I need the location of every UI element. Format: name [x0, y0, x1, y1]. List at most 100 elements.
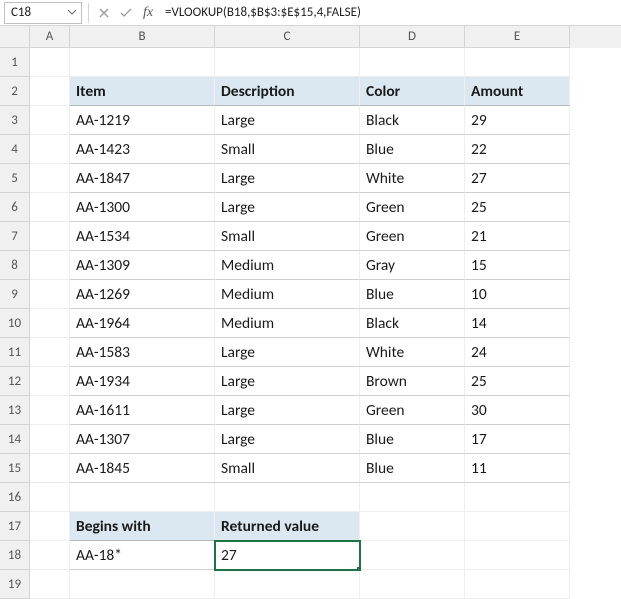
cell-E18[interactable] — [465, 541, 570, 570]
row-header-2[interactable]: 2 — [0, 77, 30, 106]
cell-A15[interactable] — [30, 454, 70, 483]
row-header-12[interactable]: 12 — [0, 367, 30, 396]
cell-B10[interactable]: AA-1964 — [70, 309, 215, 338]
cell-A9[interactable] — [30, 280, 70, 309]
cell-E5[interactable]: 27 — [465, 164, 570, 193]
enter-icon[interactable] — [115, 2, 137, 24]
cell-E14[interactable]: 17 — [465, 425, 570, 454]
cell-B19[interactable] — [70, 570, 215, 599]
row-header-14[interactable]: 14 — [0, 425, 30, 454]
cell-C18[interactable]: 27 — [215, 541, 360, 570]
cell-D14[interactable]: Blue — [360, 425, 465, 454]
row-header-10[interactable]: 10 — [0, 309, 30, 338]
cell-B2[interactable]: Item — [70, 77, 215, 106]
row-header-15[interactable]: 15 — [0, 454, 30, 483]
cell-B7[interactable]: AA-1534 — [70, 222, 215, 251]
cell-D4[interactable]: Blue — [360, 135, 465, 164]
cell-D8[interactable]: Gray — [360, 251, 465, 280]
cell-B5[interactable]: AA-1847 — [70, 164, 215, 193]
cell-D11[interactable]: White — [360, 338, 465, 367]
cell-A2[interactable] — [30, 77, 70, 106]
cell-D7[interactable]: Green — [360, 222, 465, 251]
cancel-icon[interactable] — [93, 2, 115, 24]
row-header-11[interactable]: 11 — [0, 338, 30, 367]
cell-D18[interactable] — [360, 541, 465, 570]
cell-B12[interactable]: AA-1934 — [70, 367, 215, 396]
cell-A18[interactable] — [30, 541, 70, 570]
cell-A16[interactable] — [30, 483, 70, 512]
row-header-19[interactable]: 19 — [0, 570, 30, 599]
cell-B17[interactable]: Begins with — [70, 512, 215, 541]
cell-D13[interactable]: Green — [360, 396, 465, 425]
cell-A7[interactable] — [30, 222, 70, 251]
cell-B1[interactable] — [70, 48, 215, 77]
col-header-B[interactable]: B — [70, 26, 215, 48]
row-header-5[interactable]: 5 — [0, 164, 30, 193]
cell-A13[interactable] — [30, 396, 70, 425]
cell-A5[interactable] — [30, 164, 70, 193]
cell-C13[interactable]: Large — [215, 396, 360, 425]
cell-A11[interactable] — [30, 338, 70, 367]
cell-C10[interactable]: Medium — [215, 309, 360, 338]
row-header-8[interactable]: 8 — [0, 251, 30, 280]
cell-B15[interactable]: AA-1845 — [70, 454, 215, 483]
cell-B13[interactable]: AA-1611 — [70, 396, 215, 425]
name-box[interactable]: C18 — [4, 2, 82, 24]
cell-C1[interactable] — [215, 48, 360, 77]
row-header-18[interactable]: 18 — [0, 541, 30, 570]
cell-D1[interactable] — [360, 48, 465, 77]
cell-C3[interactable]: Large — [215, 106, 360, 135]
cell-A6[interactable] — [30, 193, 70, 222]
row-header-16[interactable]: 16 — [0, 483, 30, 512]
cell-E7[interactable]: 21 — [465, 222, 570, 251]
cell-B9[interactable]: AA-1269 — [70, 280, 215, 309]
cell-D15[interactable]: Blue — [360, 454, 465, 483]
cell-E13[interactable]: 30 — [465, 396, 570, 425]
cell-E3[interactable]: 29 — [465, 106, 570, 135]
row-header-13[interactable]: 13 — [0, 396, 30, 425]
cell-B3[interactable]: AA-1219 — [70, 106, 215, 135]
cell-C17[interactable]: Returned value — [215, 512, 360, 541]
cell-C12[interactable]: Large — [215, 367, 360, 396]
cell-E1[interactable] — [465, 48, 570, 77]
cell-A3[interactable] — [30, 106, 70, 135]
cell-D10[interactable]: Black — [360, 309, 465, 338]
cell-A4[interactable] — [30, 135, 70, 164]
cell-B18[interactable]: AA-18* — [70, 541, 215, 570]
cell-C19[interactable] — [215, 570, 360, 599]
cell-B6[interactable]: AA-1300 — [70, 193, 215, 222]
cell-C16[interactable] — [215, 483, 360, 512]
col-header-D[interactable]: D — [360, 26, 465, 48]
row-header-1[interactable]: 1 — [0, 48, 30, 77]
cell-C6[interactable]: Large — [215, 193, 360, 222]
cell-C9[interactable]: Medium — [215, 280, 360, 309]
cell-E12[interactable]: 25 — [465, 367, 570, 396]
cell-D3[interactable]: Black — [360, 106, 465, 135]
cell-C2[interactable]: Description — [215, 77, 360, 106]
col-header-C[interactable]: C — [215, 26, 360, 48]
name-box-dropdown-icon[interactable] — [65, 10, 79, 16]
fx-icon[interactable]: fx — [137, 2, 159, 24]
cell-A17[interactable] — [30, 512, 70, 541]
formula-input[interactable]: =VLOOKUP(B18,$B$3:$E$15,4,FALSE) — [159, 2, 621, 24]
cell-E10[interactable]: 14 — [465, 309, 570, 338]
cell-A8[interactable] — [30, 251, 70, 280]
cell-B11[interactable]: AA-1583 — [70, 338, 215, 367]
cell-D17[interactable] — [360, 512, 465, 541]
cell-E4[interactable]: 22 — [465, 135, 570, 164]
cell-E2[interactable]: Amount — [465, 77, 570, 106]
row-header-6[interactable]: 6 — [0, 193, 30, 222]
cell-B16[interactable] — [70, 483, 215, 512]
cell-B8[interactable]: AA-1309 — [70, 251, 215, 280]
cell-D2[interactable]: Color — [360, 77, 465, 106]
cell-E8[interactable]: 15 — [465, 251, 570, 280]
cell-A12[interactable] — [30, 367, 70, 396]
cell-D6[interactable]: Green — [360, 193, 465, 222]
cell-D5[interactable]: White — [360, 164, 465, 193]
row-header-9[interactable]: 9 — [0, 280, 30, 309]
cell-C14[interactable]: Large — [215, 425, 360, 454]
cell-C4[interactable]: Small — [215, 135, 360, 164]
col-header-A[interactable]: A — [30, 26, 70, 48]
cell-D12[interactable]: Brown — [360, 367, 465, 396]
cell-E6[interactable]: 25 — [465, 193, 570, 222]
